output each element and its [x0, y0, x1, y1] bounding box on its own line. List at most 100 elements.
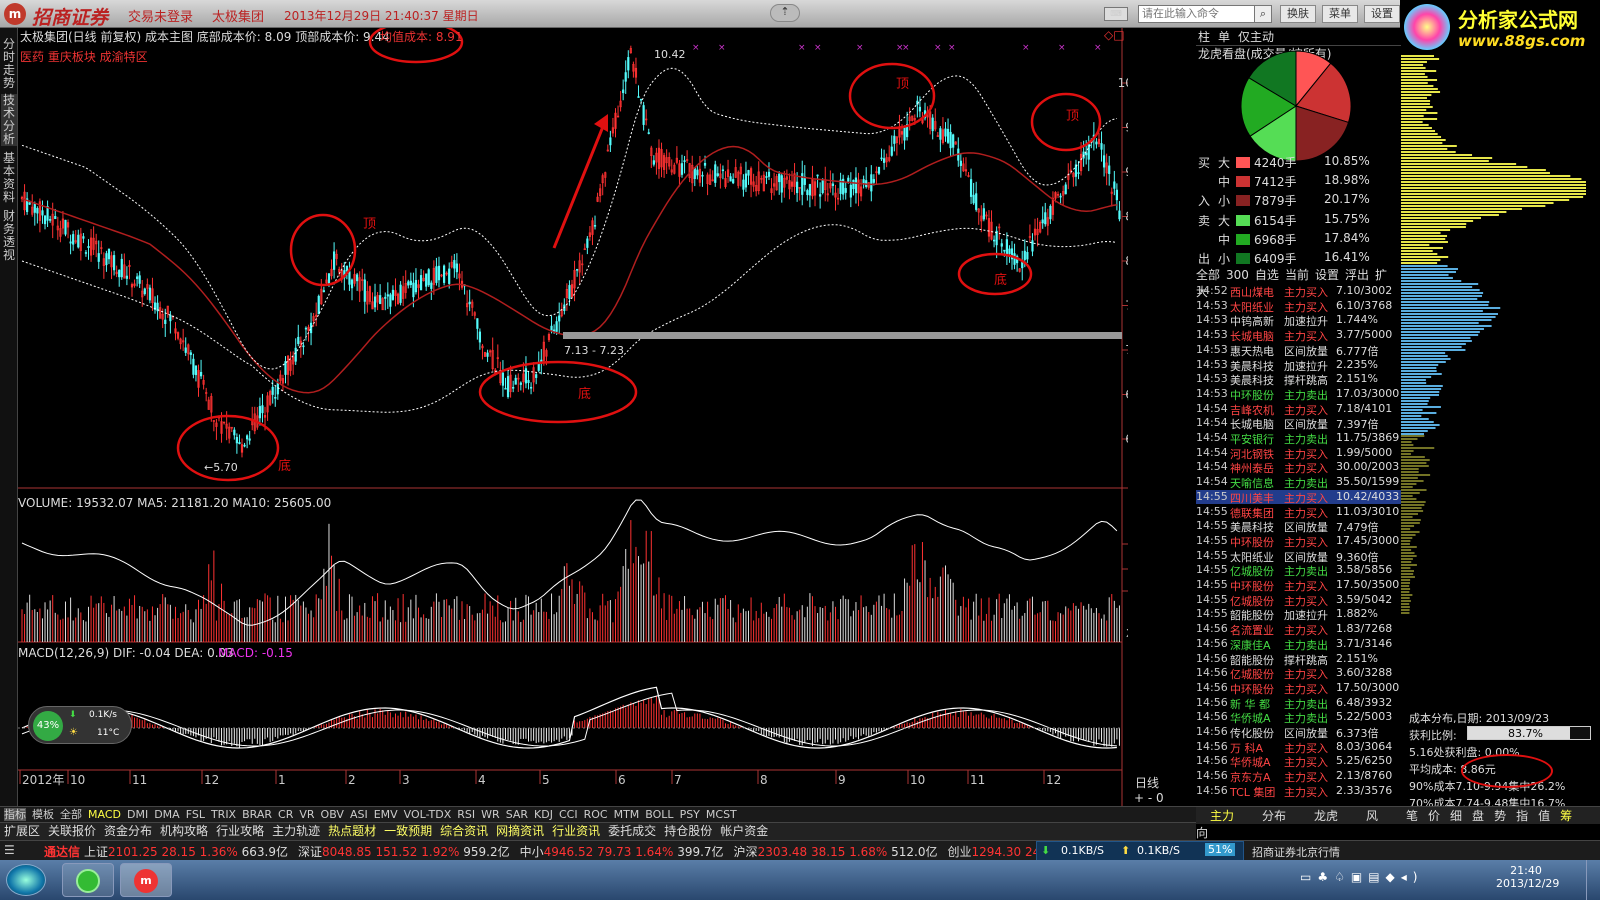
login-status[interactable]: 交易未登录 — [128, 6, 193, 25]
feed-row[interactable]: 14:54 吉峰农机 主力买入 7.18/4101 — [1196, 402, 1401, 417]
bottom-tab[interactable]: 综合资讯 — [440, 824, 488, 838]
feed-row[interactable]: 14:56 深康佳A 主力卖出 3.71/3146 — [1196, 637, 1401, 652]
bottom-tab[interactable]: 资金分布 — [104, 824, 152, 838]
indicator-tab-obv[interactable]: OBV — [321, 808, 344, 821]
feed-row[interactable]: 14:55 四川美丰 主力买入 10.42/4033 — [1196, 489, 1401, 505]
feed-filter-tab[interactable]: 全部 — [1196, 268, 1220, 282]
feed-row[interactable]: 14:53 长城电脑 主力买入 3.77/5000 — [1196, 328, 1401, 343]
event-marker[interactable]: × — [692, 43, 700, 53]
system-monitor-widget[interactable]: 43% ⬇ 0.1K/s ☀ 11°C — [28, 706, 132, 744]
feed-row[interactable]: 14:52 西山煤电 主力买入 7.10/3002 — [1196, 284, 1401, 299]
bottom-tab[interactable]: 网摘资讯 — [496, 824, 544, 838]
feed-row[interactable]: 14:55 亿城股份 主力买入 3.59/5042 — [1196, 593, 1401, 608]
right-bottom-tab[interactable]: 分布 — [1262, 809, 1286, 823]
feed-filter-tab[interactable]: 300 — [1226, 268, 1249, 282]
sector-tags[interactable]: 医药 重庆板块 成渝特区 — [20, 48, 148, 65]
indicator-tab-指标[interactable]: 指标 — [4, 808, 26, 821]
chart-area[interactable]: 10.00 9.50 9.00 8.50 8.00 7.50 7.00 6.50 6.00 7.1… — [18, 28, 1164, 824]
bottom-tab[interactable]: 主力轨迹 — [272, 824, 320, 838]
feed-row[interactable]: 14:55 中环股份 主力买入 17.50/3500 — [1196, 578, 1401, 593]
feed-row[interactable]: 14:53 中环股份 主力卖出 17.03/3000 — [1196, 387, 1401, 402]
right-tab[interactable]: 柱 — [1196, 30, 1210, 44]
feed-filter-tab[interactable]: 设置 — [1315, 268, 1339, 282]
feed-row[interactable]: 14:55 德联集团 主力买入 11.03/3010 — [1196, 505, 1401, 520]
event-marker[interactable]: × — [856, 43, 864, 53]
event-marker[interactable]: × — [948, 43, 956, 53]
feed-row[interactable]: 14:56 韶能股份 撑杆跳高 2.151% — [1196, 652, 1401, 667]
index-item[interactable]: 上证2101.25 28.15 1.36% 663.9亿 — [84, 845, 288, 859]
indicator-tab-vol-tdx[interactable]: VOL-TDX — [404, 808, 452, 821]
bottom-tab[interactable]: 委托成交 — [608, 824, 656, 838]
feed-row[interactable]: 14:56 亿城股份 主力买入 3.60/3288 — [1196, 666, 1401, 681]
command-input[interactable] — [1138, 5, 1256, 23]
bottom-tab[interactable]: 帐户资金 — [720, 824, 768, 838]
bottom-tab[interactable]: 扩展区 — [4, 824, 40, 838]
clock[interactable]: 21:40 2013/12/29 — [1496, 864, 1559, 890]
tab-intraday[interactable]: 分时走势 — [1, 38, 17, 90]
cost-tab[interactable]: 指 — [1516, 809, 1528, 823]
event-marker[interactable]: × — [814, 43, 822, 53]
feed-filter-tab[interactable]: 浮出 — [1345, 268, 1369, 282]
menu-button[interactable]: 菜单 — [1322, 5, 1358, 23]
indicator-tab-sar[interactable]: SAR — [506, 808, 528, 821]
feed-row[interactable]: 14:56 新 华 都主力卖出 6.48/3932 — [1196, 696, 1401, 711]
bottom-tab[interactable]: 关联报价 — [48, 824, 96, 838]
start-button[interactable] — [6, 864, 46, 896]
event-marker[interactable]: × — [798, 43, 806, 53]
feed-row[interactable]: 14:53 中钨高新 加速拉升 1.744% — [1196, 313, 1401, 328]
bottom-tab[interactable]: 热点题材 — [328, 824, 376, 838]
indicator-tab-brar[interactable]: BRAR — [242, 808, 272, 821]
indicator-tab-mtm[interactable]: MTM — [614, 808, 640, 821]
bottom-tab[interactable]: 行业资讯 — [552, 824, 600, 838]
cost-tab[interactable]: 价 — [1428, 809, 1440, 823]
feed-row[interactable]: 14:54 神州泰岳 主力买入 30.00/2003 — [1196, 460, 1401, 475]
event-marker[interactable]: × — [934, 43, 942, 53]
chart-canvas[interactable]: 10.00 9.50 9.00 8.50 8.00 7.50 7.00 6.50 6.00 7.1… — [18, 28, 1128, 824]
feed-filter-tab[interactable]: 自选 — [1255, 268, 1279, 282]
indicator-tab-cci[interactable]: CCI — [559, 808, 578, 821]
feed-row[interactable]: 14:56 TCL 集团 主力买入 2.33/3576 — [1196, 784, 1401, 799]
indicator-tab-asi[interactable]: ASI — [350, 808, 368, 821]
taskbar-app-icon[interactable]: m — [120, 863, 172, 897]
period-label[interactable]: 日线 — [1135, 774, 1159, 791]
tab-fundamental[interactable]: 基本资料 — [1, 152, 17, 204]
feed-row[interactable]: 14:53 惠天热电 区间放量 6.777倍 — [1196, 343, 1401, 358]
feed-row[interactable]: 14:55 韶能股份 加速拉升 1.882% — [1196, 607, 1401, 622]
feed-row[interactable]: 14:56 名流置业 主力买入 1.83/7268 — [1196, 622, 1401, 637]
indicator-tab-psy[interactable]: PSY — [680, 808, 700, 821]
cost-tab[interactable]: 盘 — [1472, 809, 1484, 823]
indicator-tab-mcst[interactable]: MCST — [706, 808, 737, 821]
event-marker[interactable]: × — [902, 43, 910, 53]
indicator-tab-roc[interactable]: ROC — [584, 808, 608, 821]
right-tab[interactable]: 单 — [1216, 30, 1230, 44]
feed-filter-tab[interactable]: 当前 — [1285, 268, 1309, 282]
indicator-tab-dma[interactable]: DMA — [154, 808, 180, 821]
cost-tab[interactable]: 筹 — [1560, 809, 1572, 823]
search-icon[interactable]: ⌕ — [1254, 5, 1272, 23]
feed-row[interactable]: 14:55 亿城股份 主力卖出 3.58/5856 — [1196, 563, 1401, 578]
cost-tab[interactable]: 细 — [1450, 809, 1462, 823]
event-marker[interactable]: × — [718, 43, 726, 53]
cost-tab[interactable]: 值 — [1538, 809, 1550, 823]
event-marker[interactable]: × — [1022, 43, 1030, 53]
skin-button[interactable]: 换肤 — [1280, 5, 1316, 23]
feed-row[interactable]: 14:56 传化股份 区间放量 6.373倍 — [1196, 725, 1401, 740]
indicator-tab-vr[interactable]: VR — [299, 808, 314, 821]
index-item[interactable]: 中小4946.52 79.73 1.64% 399.7亿 — [520, 845, 724, 859]
indicator-tab-macd[interactable]: MACD — [88, 808, 121, 821]
tab-financial[interactable]: 财务透视 — [1, 210, 17, 262]
expand-icon[interactable]: ☰ — [4, 843, 15, 857]
feed-row[interactable]: 14:55 美晨科技 区间放量 7.479倍 — [1196, 519, 1401, 534]
indicator-tab-cr[interactable]: CR — [278, 808, 293, 821]
bottom-tab[interactable]: 一致预期 — [384, 824, 432, 838]
indicator-tab-wr[interactable]: WR — [481, 808, 500, 821]
right-bottom-tab[interactable]: 主力 — [1210, 809, 1234, 823]
feed-row[interactable]: 14:56 中环股份 主力买入 17.50/3000 — [1196, 681, 1401, 696]
indicator-tab-boll[interactable]: BOLL — [645, 808, 673, 821]
indicator-tab-dmi[interactable]: DMI — [127, 808, 148, 821]
feed-row[interactable]: 14:53 美晨科技 加速拉升 2.235% — [1196, 358, 1401, 373]
event-marker[interactable]: × — [1058, 43, 1066, 53]
right-tab[interactable]: 仅主动 — [1236, 30, 1274, 44]
indicator-tab-rsi[interactable]: RSI — [457, 808, 475, 821]
keyboard-icon[interactable]: ⌨ — [1104, 7, 1128, 21]
